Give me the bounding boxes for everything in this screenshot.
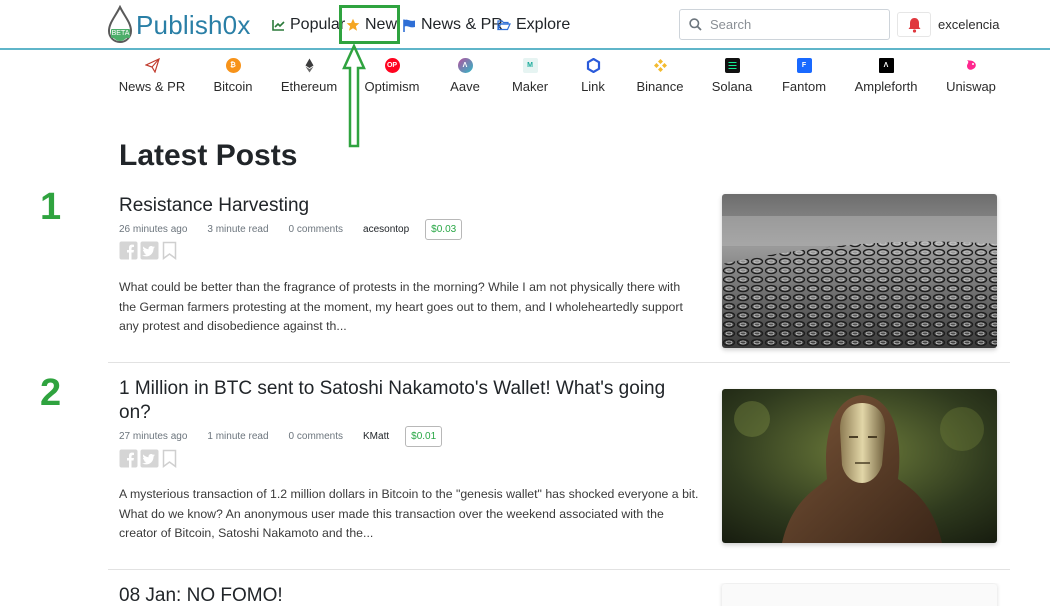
ampleforth-icon: Λ [878, 58, 894, 73]
uniswap-icon [966, 60, 976, 70]
post-title[interactable]: 08 Jan: NO FOMO! [119, 584, 699, 606]
page-title: Latest Posts [119, 139, 298, 172]
category-label: Fantom [781, 79, 827, 94]
nav-popular-label: Popular [290, 16, 346, 33]
notifications-button[interactable] [897, 12, 931, 37]
category-label: News & PR [118, 79, 186, 94]
facebook-icon[interactable] [119, 241, 138, 260]
nav-popular[interactable]: Popular [272, 16, 345, 34]
header-divider [0, 48, 1050, 50]
post-read-time: 1 minute read [207, 431, 269, 442]
share-buttons [119, 241, 178, 260]
nav-explore[interactable]: Explore [497, 16, 570, 34]
chart-line-icon [272, 20, 285, 31]
paper-plane-icon [144, 58, 160, 73]
post-excerpt: A mysterious transaction of 1.2 million … [119, 487, 699, 540]
flag-icon [403, 19, 415, 32]
ethereum-icon [305, 58, 313, 73]
share-buttons [119, 449, 178, 468]
facebook-icon[interactable] [119, 449, 138, 468]
post-comments[interactable]: 0 comments [289, 431, 343, 442]
post-number-annotation: 2 [40, 372, 62, 414]
nav-news-pr-label: News & PR [421, 16, 503, 33]
logo-drop-icon: BETA [106, 4, 134, 45]
category-bar: News & PR ₿ Bitcoin Ethereum OP Optimism… [0, 58, 1050, 98]
annotation-highlight-new [339, 5, 400, 44]
category-label: Link [581, 79, 605, 94]
category-label: Bitcoin [213, 79, 253, 94]
search-box[interactable] [679, 9, 890, 40]
post-earnings-badge: $0.01 [405, 426, 443, 447]
post-thumbnail[interactable] [722, 584, 997, 606]
publish0x-logo[interactable]: BETA Publish0x [106, 3, 251, 47]
folder-open-icon [497, 20, 511, 31]
post-time: 27 minutes ago [119, 431, 188, 442]
category-uniswap[interactable]: Uniswap [931, 58, 1011, 94]
twitter-icon[interactable] [140, 241, 159, 260]
post-card: Resistance Harvesting 26 minutes ago 3 m… [108, 194, 1010, 362]
beta-badge: BETA [111, 29, 130, 38]
post-earnings-badge: $0.03 [425, 219, 463, 240]
post-time: 26 minutes ago [119, 224, 188, 235]
post-meta: 26 minutes ago 3 minute read 0 comments … [119, 219, 482, 240]
bell-icon [908, 17, 920, 33]
binance-icon [653, 59, 667, 72]
solana-icon [724, 58, 740, 73]
category-fantom[interactable]: F Fantom [764, 58, 844, 94]
post-read-time: 3 minute read [207, 224, 269, 235]
post-author[interactable]: KMatt [363, 431, 389, 442]
category-label: Optimism [364, 79, 420, 94]
nav-news-pr[interactable]: News & PR [403, 16, 503, 34]
post-title[interactable]: 1 Million in BTC sent to Satoshi Nakamot… [119, 377, 699, 425]
post-title[interactable]: Resistance Harvesting [119, 194, 699, 218]
top-header: BETA Publish0x Popular New News & PR Exp… [0, 0, 1050, 49]
post-thumbnail[interactable] [722, 389, 997, 543]
post-excerpt: What could be better than the fragrance … [119, 280, 683, 333]
category-ampleforth[interactable]: Λ Ampleforth [846, 58, 926, 94]
bookmark-icon[interactable] [161, 241, 178, 260]
category-label: Aave [450, 79, 480, 94]
satoshi-statue-image [722, 389, 997, 543]
category-label: Solana [711, 79, 753, 94]
logo-text: Publish0x [136, 9, 251, 40]
aave-icon: Λ [457, 58, 473, 73]
mattress-springs-image [722, 194, 997, 348]
post-meta: 27 minutes ago 1 minute read 0 comments … [119, 426, 462, 447]
category-solana[interactable]: Solana [692, 58, 772, 94]
user-menu[interactable]: excelencia [938, 17, 999, 32]
nav-explore-label: Explore [516, 16, 571, 33]
chainlink-icon [586, 58, 600, 73]
category-news-pr[interactable]: News & PR [112, 58, 192, 94]
post-card: 08 Jan: NO FOMO! [108, 583, 1010, 606]
bookmark-icon[interactable] [161, 449, 178, 468]
search-input[interactable] [710, 17, 870, 32]
twitter-icon[interactable] [140, 449, 159, 468]
annotation-arrow-icon [342, 44, 366, 148]
optimism-icon: OP [384, 58, 400, 73]
post-comments[interactable]: 0 comments [289, 224, 343, 235]
post-divider [108, 569, 1010, 570]
bitcoin-icon: ₿ [225, 58, 241, 73]
post-author[interactable]: acesontop [363, 224, 409, 235]
category-label: Binance [636, 79, 684, 94]
category-label: Maker [511, 79, 549, 94]
post-number-annotation: 1 [40, 186, 62, 228]
category-label: Ethereum [280, 79, 338, 94]
post-thumbnail[interactable] [722, 194, 997, 348]
fantom-icon: F [796, 58, 812, 73]
category-label: Uniswap [946, 79, 996, 94]
post-card: 1 Million in BTC sent to Satoshi Nakamot… [108, 377, 1010, 569]
maker-icon: M [522, 58, 538, 73]
category-ethereum[interactable]: Ethereum [269, 58, 349, 94]
category-label: Ampleforth [854, 79, 918, 94]
category-binance[interactable]: Binance [620, 58, 700, 94]
search-icon [689, 18, 702, 31]
post-divider [108, 362, 1010, 363]
category-bitcoin[interactable]: ₿ Bitcoin [193, 58, 273, 94]
